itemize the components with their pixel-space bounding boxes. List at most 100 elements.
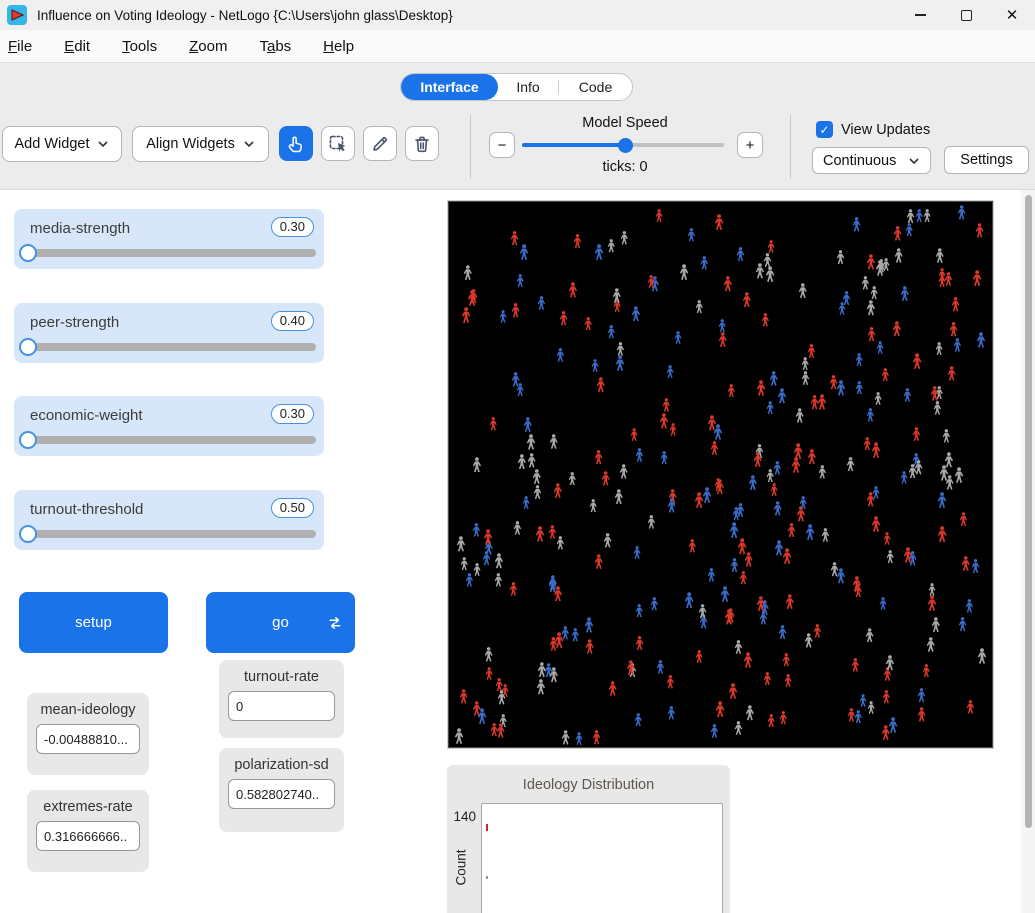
slider-thumb[interactable]: [19, 338, 37, 356]
update-mode-dropdown[interactable]: Continuous: [812, 147, 931, 174]
person-agent: [742, 292, 752, 307]
tab-interface[interactable]: Interface: [401, 74, 498, 100]
scrollbar-thumb[interactable]: [1025, 195, 1032, 828]
person-agent: [945, 475, 954, 490]
person-agent: [522, 496, 530, 509]
person-agent: [903, 547, 913, 563]
select-widgets-button[interactable]: [321, 126, 355, 161]
person-agent: [656, 660, 665, 674]
person-agent: [867, 701, 875, 714]
person-agent: [734, 721, 743, 735]
slider-media-strength: media-strength 0.30: [14, 209, 324, 269]
person-agent: [571, 628, 580, 642]
slider-track[interactable]: [24, 530, 316, 538]
delete-widget-button[interactable]: [405, 126, 439, 161]
person-agent: [793, 443, 803, 459]
person-agent: [777, 388, 787, 404]
person-agent: [879, 597, 887, 610]
person-agent: [659, 413, 669, 429]
person-agent: [949, 322, 958, 337]
slider-track[interactable]: [24, 436, 316, 444]
menu-tabs[interactable]: Tabs: [259, 34, 291, 59]
person-agent: [885, 655, 895, 671]
person-agent: [785, 594, 795, 609]
person-agent: [906, 209, 915, 224]
person-agent: [892, 321, 902, 337]
setup-button[interactable]: setup: [19, 592, 168, 653]
person-agent: [871, 442, 881, 458]
person-agent: [510, 231, 519, 246]
add-widget-dropdown[interactable]: Add Widget: [2, 126, 122, 162]
align-widgets-dropdown[interactable]: Align Widgets: [132, 126, 269, 162]
person-agent: [865, 628, 874, 643]
person-agent: [836, 568, 846, 584]
person-agent: [549, 637, 558, 651]
minimize-button[interactable]: [897, 0, 943, 30]
forever-loop-icon: [327, 615, 343, 631]
plot-ymax-label: 140: [447, 809, 476, 824]
person-agent: [687, 228, 696, 242]
person-agent: [472, 523, 481, 537]
slider-economic-weight: economic-weight 0.30: [14, 396, 324, 456]
person-agent: [616, 342, 625, 356]
settings-button[interactable]: Settings: [944, 146, 1029, 174]
minus-icon: −: [498, 137, 507, 154]
person-agent: [817, 394, 827, 410]
speed-faster-button[interactable]: +: [737, 132, 763, 158]
person-agent: [773, 501, 782, 516]
menu-zoom[interactable]: Zoom: [189, 34, 227, 59]
slider-thumb[interactable]: [19, 431, 37, 449]
person-agent: [511, 303, 520, 318]
monitor-value: 0.582802740..: [228, 779, 335, 809]
person-agent: [533, 485, 542, 499]
person-agent: [861, 276, 870, 290]
vertical-scrollbar[interactable]: [1021, 190, 1035, 913]
person-agent: [674, 331, 682, 344]
person-agent: [489, 417, 498, 431]
model-speed-slider[interactable]: [522, 143, 724, 147]
person-agent: [933, 401, 942, 415]
person-agent: [589, 499, 597, 513]
menu-file[interactable]: File: [8, 34, 32, 59]
person-agent: [787, 523, 796, 537]
menu-edit[interactable]: Edit: [64, 34, 90, 59]
menu-tools[interactable]: Tools: [122, 34, 157, 59]
person-agent: [795, 408, 804, 423]
plot-pen-mark: [486, 876, 488, 879]
tab-info[interactable]: Info: [498, 74, 558, 100]
person-agent: [549, 667, 559, 683]
speed-slower-button[interactable]: −: [489, 132, 515, 158]
tab-code[interactable]: Code: [559, 74, 632, 100]
person-agent: [536, 679, 546, 695]
person-agent: [454, 728, 464, 744]
slider-thumb[interactable]: [19, 525, 37, 543]
slider-track[interactable]: [24, 343, 316, 351]
person-agent: [715, 701, 725, 717]
slider-thumb[interactable]: [19, 244, 37, 262]
person-agent: [922, 664, 931, 678]
person-agent: [497, 690, 506, 705]
go-button[interactable]: go: [206, 592, 355, 653]
person-agent: [526, 434, 536, 450]
interact-hand-button[interactable]: [279, 126, 313, 161]
slider-track[interactable]: [24, 249, 316, 257]
person-agent: [867, 327, 876, 342]
person-agent: [761, 313, 770, 327]
close-icon: ✕: [1006, 8, 1019, 23]
person-agent: [594, 244, 604, 260]
person-agent: [958, 617, 967, 632]
person-agent: [912, 427, 921, 441]
check-icon: ✓: [819, 123, 829, 137]
speed-slider-thumb[interactable]: [618, 138, 633, 153]
person-agent: [743, 652, 753, 668]
speed-fill: [522, 143, 625, 147]
maximize-button[interactable]: [943, 0, 989, 30]
person-agent: [756, 596, 766, 611]
person-agent: [615, 355, 625, 371]
view-updates-checkbox[interactable]: ✓: [816, 121, 833, 138]
edit-widget-button[interactable]: [363, 126, 397, 161]
menu-help[interactable]: Help: [323, 34, 354, 59]
person-agent: [854, 584, 863, 598]
person-agent: [917, 688, 926, 702]
close-button[interactable]: ✕: [989, 0, 1035, 30]
